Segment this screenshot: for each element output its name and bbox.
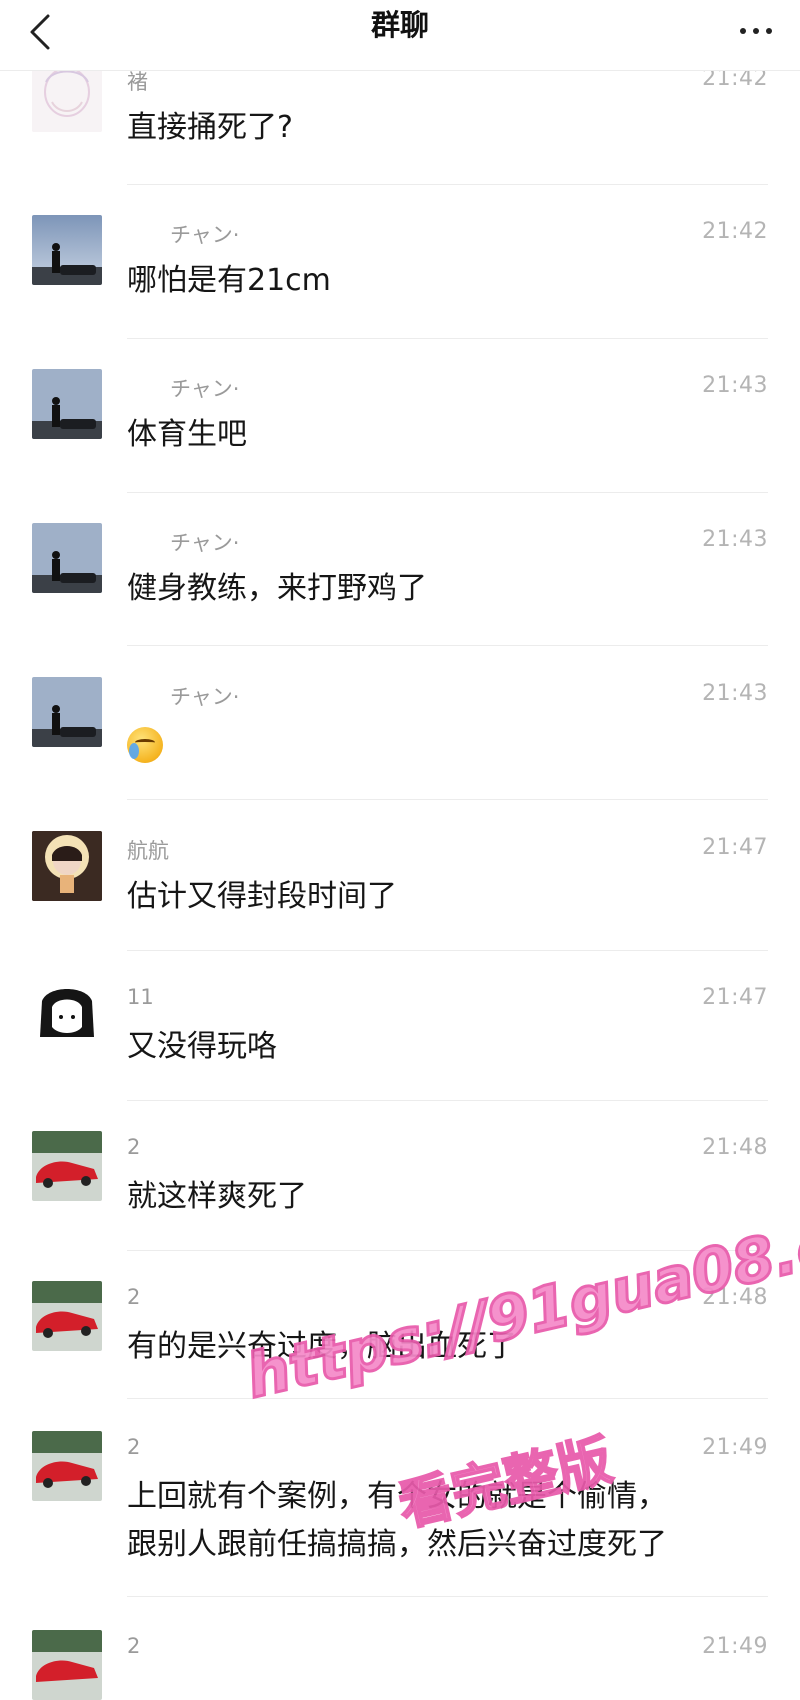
divider: [127, 338, 768, 339]
message-text: 体育生吧: [127, 417, 247, 452]
divider: [127, 645, 768, 646]
avatar[interactable]: [32, 1281, 102, 1351]
message-text-line: 跟别人跟前任搞搞搞，然后兴奋过度死了: [127, 1527, 667, 1562]
divider: [127, 1398, 768, 1399]
message-text: 有的是兴奋过度，脑出血死了: [127, 1329, 517, 1364]
avatar[interactable]: [32, 215, 102, 285]
message-text: 估计又得封段时间了: [127, 879, 397, 914]
message-text: 就这样爽死了: [127, 1179, 307, 1214]
divider: [127, 950, 768, 951]
avatar[interactable]: [32, 677, 102, 747]
more-options-button[interactable]: [726, 6, 786, 56]
sender-name: チャン·: [170, 685, 240, 709]
message-list: 褚 21:42 直接捅死了? チャン· 21:42 哪怕是有21cm チャン· …: [0, 0, 800, 1700]
avatar[interactable]: [32, 831, 102, 901]
message-time: 21:48: [702, 1135, 768, 1160]
message-time: 21:47: [702, 835, 768, 860]
sender-name: チャン·: [170, 377, 240, 401]
divider: [127, 1596, 768, 1597]
avatar[interactable]: [32, 62, 102, 132]
sender-name: チャン·: [170, 531, 240, 555]
avatar[interactable]: [32, 523, 102, 593]
message-time: 21:49: [702, 1634, 768, 1659]
laughing-crying-emoji: [127, 727, 163, 763]
divider: [127, 799, 768, 800]
message-time: 21:43: [702, 527, 768, 552]
divider: [127, 184, 768, 185]
sender-name: 2: [127, 1634, 141, 1658]
chat-header: 群聊: [0, 0, 800, 71]
message-time: 21:47: [702, 985, 768, 1010]
avatar[interactable]: [32, 1630, 102, 1700]
sender-name: 2: [127, 1135, 141, 1159]
sender-name: チャン·: [170, 223, 240, 247]
message-time: 21:48: [702, 1285, 768, 1310]
message-text: 又没得玩咯: [127, 1029, 277, 1064]
divider: [127, 1100, 768, 1101]
avatar[interactable]: [32, 1431, 102, 1501]
message-time: 21:49: [702, 1435, 768, 1460]
sender-name: 航航: [127, 839, 169, 863]
more-horizontal-icon: [740, 28, 746, 34]
message-text-line: 上回就有个案例，有个女的就是个偷情，: [127, 1479, 667, 1514]
more-dot: [753, 28, 759, 34]
divider: [127, 1250, 768, 1251]
avatar[interactable]: [32, 369, 102, 439]
more-dot: [766, 28, 772, 34]
divider: [127, 492, 768, 493]
message-text: 哪怕是有21cm: [127, 263, 331, 298]
message-text: 直接捅死了?: [127, 110, 293, 145]
message-time: 21:42: [702, 219, 768, 244]
sender-name: 2: [127, 1435, 141, 1459]
message-time: 21:43: [702, 373, 768, 398]
sender-name: 2: [127, 1285, 141, 1309]
message-time: 21:43: [702, 681, 768, 706]
avatar[interactable]: [32, 1131, 102, 1201]
message-text: 健身教练，来打野鸡了: [127, 571, 427, 606]
sender-name: 11: [127, 985, 154, 1009]
avatar[interactable]: [32, 981, 102, 1051]
page-title: 群聊: [370, 8, 429, 42]
